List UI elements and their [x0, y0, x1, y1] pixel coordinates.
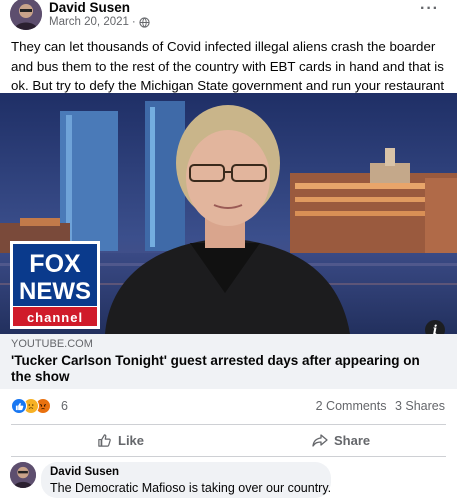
link-domain: YOUTUBE.COM: [11, 338, 93, 350]
engagement-counts: 2 Comments 3 Shares: [311, 399, 445, 413]
meta-separator: ·: [131, 16, 136, 28]
like-label: Like: [118, 432, 145, 448]
divider: [11, 456, 446, 457]
fox-logo-line2: NEWS: [19, 278, 91, 305]
shares-count[interactable]: 3 Shares: [395, 399, 445, 413]
comments-count[interactable]: 2 Comments: [316, 399, 387, 413]
comment-bubble: David Susen The Democratic Mafioso is ta…: [41, 462, 331, 498]
link-title: 'Tucker Carlson Tonight' guest arrested …: [11, 353, 420, 384]
video-thumbnail[interactable]: FOX NEWS channel i: [0, 93, 457, 334]
post-date[interactable]: March 20, 2021: [49, 16, 129, 28]
post-meta: March 20, 2021 ·: [49, 16, 150, 28]
like-icon: [11, 398, 27, 414]
more-options-icon[interactable]: ···: [420, 1, 439, 17]
author-avatar[interactable]: [10, 0, 42, 30]
fox-logo-line3: channel: [27, 310, 83, 325]
post-header: David Susen March 20, 2021 · ···: [0, 0, 457, 34]
comment-text: The Democratic Mafioso is taking over ou…: [50, 481, 332, 495]
like-button[interactable]: Like: [97, 428, 144, 452]
post-actions: Like Share: [0, 428, 457, 452]
globe-icon: [139, 16, 150, 28]
info-icon[interactable]: i: [425, 320, 445, 334]
link-preview[interactable]: YOUTUBE.COM 'Tucker Carlson Tonight' gue…: [0, 334, 457, 389]
reaction-count[interactable]: 6: [61, 399, 68, 413]
share-label: Share: [334, 432, 371, 448]
reaction-icons[interactable]: [11, 398, 51, 414]
comment-author[interactable]: David Susen: [50, 466, 119, 478]
share-icon: [312, 433, 328, 447]
fox-logo-line1: FOX: [29, 250, 81, 278]
divider: [11, 424, 446, 425]
thumbs-up-icon: [98, 433, 111, 447]
commenter-avatar[interactable]: [10, 462, 36, 488]
reactions-bar: 6 2 Comments 3 Shares: [0, 398, 457, 418]
share-button[interactable]: Share: [312, 428, 370, 452]
post-author-name[interactable]: David Susen: [49, 0, 130, 15]
